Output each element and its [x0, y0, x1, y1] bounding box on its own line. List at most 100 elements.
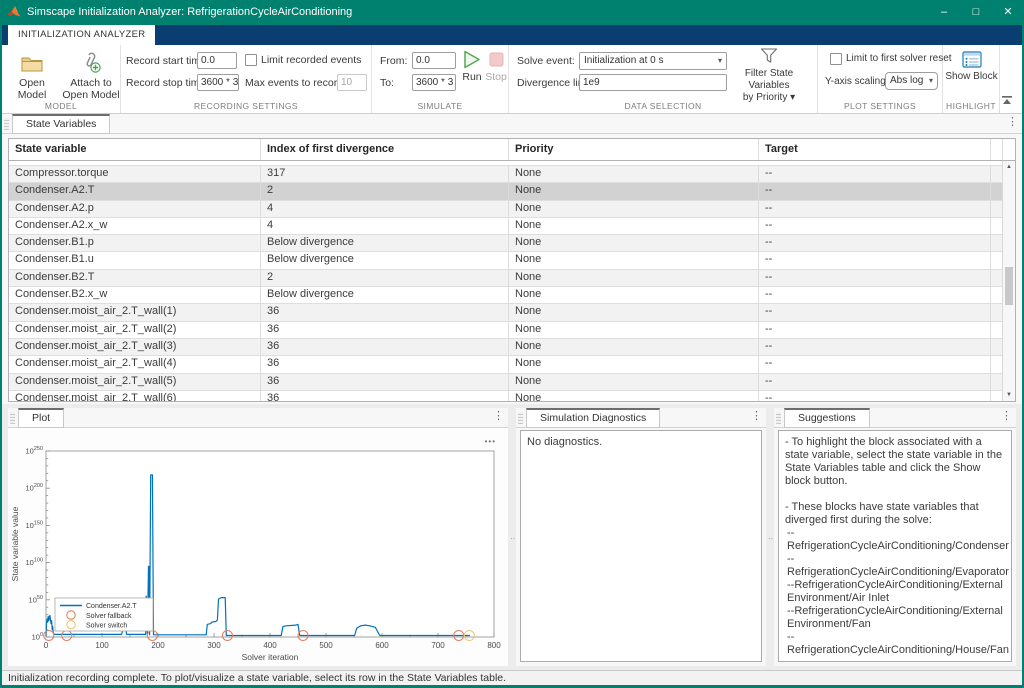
table-cell: Condenser.A2.p: [9, 201, 261, 217]
table-cell: [991, 235, 1002, 251]
table-cell: 4: [261, 218, 509, 234]
run-button[interactable]: Run: [460, 49, 484, 83]
column-header-priority[interactable]: Priority: [509, 139, 759, 160]
limit-recorded-events-checkbox[interactable]: [245, 54, 257, 66]
maximize-button[interactable]: □: [960, 0, 992, 25]
yaxis-scaling-dropdown[interactable]: Abs log ▾: [885, 72, 938, 90]
table-cell: Condenser.moist_air_2.T_wall(6): [9, 391, 261, 401]
table-cell: None: [509, 374, 759, 390]
table-cell: [991, 374, 1002, 390]
scroll-down-icon[interactable]: ▼: [1003, 392, 1015, 398]
svg-text:10200: 10200: [25, 483, 43, 493]
svg-text:200: 200: [151, 641, 165, 650]
table-row[interactable]: Condenser.A2.T2None--: [9, 183, 1002, 200]
table-cell: [991, 287, 1002, 303]
scroll-up-icon[interactable]: ▲: [1003, 164, 1015, 170]
scrollbar-thumb[interactable]: [1005, 267, 1013, 305]
table-cell: None: [509, 339, 759, 355]
limit-first-solver-reset-label: Limit to first solver reset: [846, 53, 952, 64]
panel-menu-icon[interactable]: ⋮: [1001, 409, 1012, 422]
panel-grip[interactable]: [518, 412, 523, 424]
stop-square-icon: [484, 49, 508, 69]
table-cell: --: [759, 235, 991, 251]
svg-text:800: 800: [487, 641, 501, 650]
panel-grip[interactable]: [4, 118, 9, 130]
table-cell: Condenser.moist_air_2.T_wall(5): [9, 374, 261, 390]
close-button[interactable]: ✕: [992, 0, 1024, 25]
suggestions-content: - To highlight the block associated with…: [778, 430, 1012, 662]
table-cell: [991, 218, 1002, 234]
chevron-down-icon: ▾: [929, 73, 933, 89]
state-variables-tab-bar: State Variables ⋮: [2, 114, 1022, 134]
to-input[interactable]: 3600 * 3: [412, 74, 456, 91]
ribbon-section-simulate: From: 0.0 To: 3600 * 3 Run Stop: [372, 45, 509, 113]
tab-plot[interactable]: Plot: [18, 408, 64, 428]
show-block-button[interactable]: Show Block: [943, 49, 1000, 83]
tab-initialization-analyzer[interactable]: INITIALIZATION ANALYZER: [8, 25, 155, 45]
table-cell: Condenser.B1.p: [9, 235, 261, 251]
panel-menu-icon[interactable]: ⋮: [1007, 115, 1018, 128]
panel-grip[interactable]: [776, 412, 781, 424]
table-cell: Condenser.A2.x_w: [9, 218, 261, 234]
panel-menu-icon[interactable]: ⋮: [493, 409, 504, 422]
table-scrollbar[interactable]: ▲ ▼: [1002, 161, 1015, 401]
table-cell: None: [509, 322, 759, 338]
table-row[interactable]: Condenser.moist_air_2.T_wall(4)36None--: [9, 356, 1002, 373]
plot-chart[interactable]: 0100200300400500600700800100105010100101…: [8, 428, 508, 666]
table-row[interactable]: Condenser.B2.T2None--: [9, 270, 1002, 287]
table-row[interactable]: Compressor.torque317None--: [9, 166, 1002, 183]
column-header-state-variable[interactable]: State variable: [9, 139, 261, 160]
table-cell: [991, 322, 1002, 338]
table-rows: Compressor.torque317None--Condenser.A2.T…: [9, 161, 1002, 401]
plot-panel: Plot ⋮ 010020030040050060070080010010501…: [8, 408, 508, 666]
from-input[interactable]: 0.0: [412, 52, 456, 69]
table-cell: None: [509, 356, 759, 372]
table-cell: 36: [261, 322, 509, 338]
suggestions-paragraph: - These blocks have state variables that…: [785, 501, 1005, 527]
diagnostics-tab-bar: Simulation Diagnostics ⋮: [516, 408, 766, 428]
panel-splitter[interactable]: ··: [508, 408, 516, 666]
svg-text:600: 600: [375, 641, 389, 650]
simulation-diagnostics-panel: Simulation Diagnostics ⋮ No diagnostics.: [516, 408, 766, 666]
table-row[interactable]: Condenser.A2.p4None--: [9, 201, 1002, 218]
svg-text:Solver fallback: Solver fallback: [86, 613, 132, 620]
panel-menu-icon[interactable]: ⋮: [751, 409, 762, 422]
plot-tab-bar: Plot ⋮: [8, 408, 508, 428]
table-row[interactable]: Condenser.A2.x_w4None--: [9, 218, 1002, 235]
table-row[interactable]: Condenser.B1.pBelow divergenceNone--: [9, 235, 1002, 252]
column-header-index[interactable]: Index of first divergence: [261, 139, 509, 160]
filter-state-variables-button[interactable]: Filter State Variables by Priority ▾: [723, 47, 815, 104]
tab-simulation-diagnostics[interactable]: Simulation Diagnostics: [526, 408, 660, 428]
table-row[interactable]: Condenser.moist_air_2.T_wall(6)36None--: [9, 391, 1002, 401]
solve-event-dropdown[interactable]: Initialization at 0 s ▾: [579, 52, 727, 70]
table-row[interactable]: Condenser.moist_air_2.T_wall(5)36None--: [9, 374, 1002, 391]
svg-text:10150: 10150: [25, 520, 43, 530]
panel-splitter[interactable]: ··: [766, 408, 774, 666]
record-start-input[interactable]: 0.0: [197, 52, 237, 69]
attach-to-open-model-button[interactable]: Attach to Open Model: [62, 51, 120, 101]
divergence-limit-input[interactable]: 1e9: [579, 74, 727, 91]
open-model-button[interactable]: Open Model: [4, 51, 60, 101]
table-row[interactable]: Condenser.B1.uBelow divergenceNone--: [9, 252, 1002, 269]
table-cell: 36: [261, 339, 509, 355]
max-events-input: 10: [337, 74, 367, 91]
collapse-ribbon-button[interactable]: [1000, 94, 1016, 107]
table-row[interactable]: Condenser.moist_air_2.T_wall(2)36None--: [9, 322, 1002, 339]
minimize-button[interactable]: –: [928, 0, 960, 25]
tab-suggestions[interactable]: Suggestions: [784, 408, 870, 428]
panel-grip[interactable]: [10, 412, 15, 424]
folder-icon: [4, 51, 60, 75]
section-label-simulate: SIMULATE: [372, 101, 508, 111]
table-cell: Condenser.B1.u: [9, 252, 261, 268]
table-row[interactable]: Condenser.moist_air_2.T_wall(3)36None--: [9, 339, 1002, 356]
limit-first-solver-reset-checkbox[interactable]: [830, 53, 842, 65]
record-stop-input[interactable]: 3600 * 3: [197, 74, 239, 91]
svg-text:100: 100: [95, 641, 109, 650]
tab-state-variables[interactable]: State Variables: [12, 114, 110, 134]
column-header-target[interactable]: Target: [759, 139, 991, 160]
table-row[interactable]: Condenser.moist_air_2.T_wall(1)36None--: [9, 304, 1002, 321]
limit-recorded-events-label: Limit recorded events: [261, 54, 361, 66]
table-row[interactable]: Condenser.B2.x_wBelow divergenceNone--: [9, 287, 1002, 304]
table-cell: Condenser.B2.T: [9, 270, 261, 286]
table-cell: [991, 166, 1002, 182]
